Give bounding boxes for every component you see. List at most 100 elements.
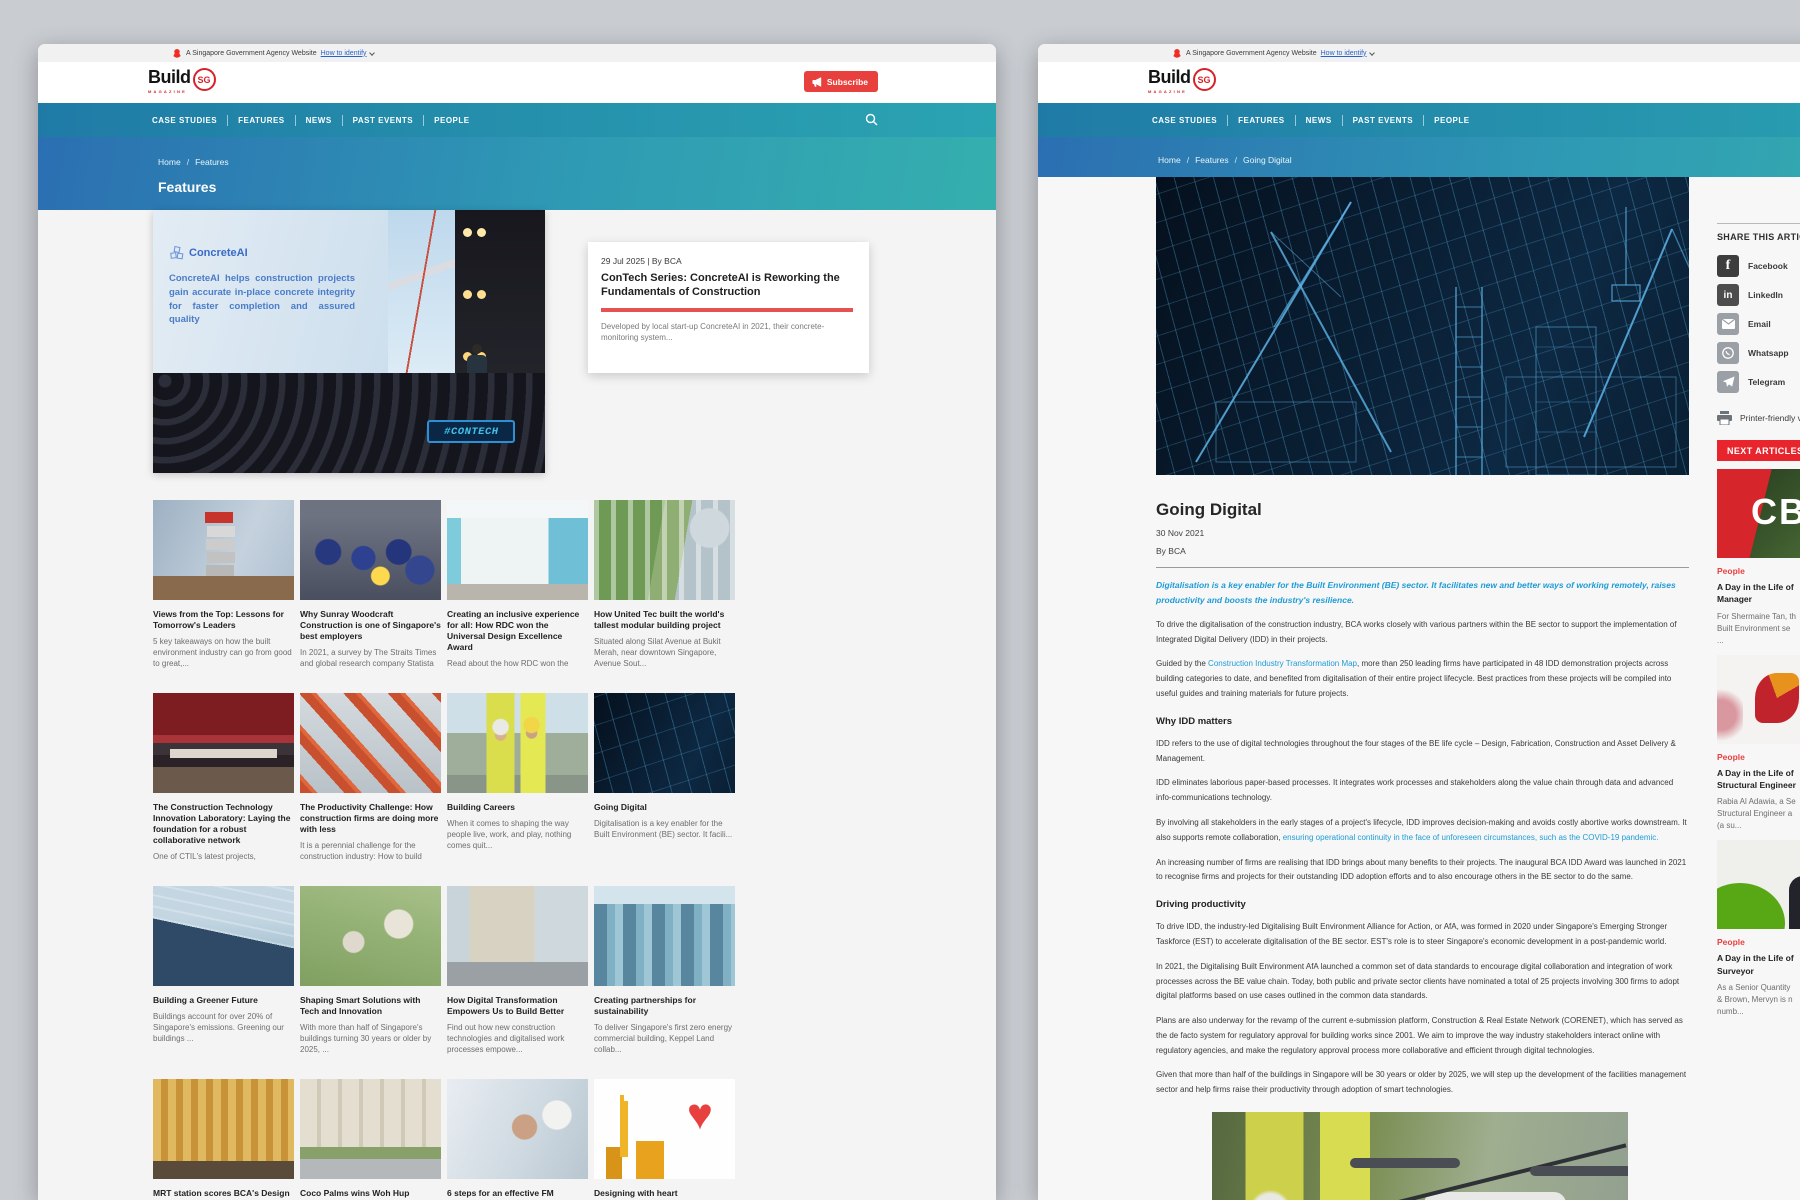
category-label[interactable]: People: [1717, 566, 1800, 576]
next-article-card[interactable]: CurriePeopleA Day in the Life of Surveyo…: [1717, 840, 1800, 1018]
next-articles-header[interactable]: NEXT ARTICLES: [1717, 440, 1800, 461]
chevron-down-icon: [369, 50, 375, 56]
article-card[interactable]: Building a Greener FutureBuildings accou…: [153, 886, 294, 1056]
article-browser-window: A Singapore Government Agency Website Ho…: [1038, 44, 1800, 1200]
printer-icon: [1717, 411, 1732, 425]
logo-magazine-text: MAGAZINE: [1148, 89, 1191, 94]
article-card[interactable]: Going DigitalDigitalisation is a key ena…: [594, 693, 735, 863]
article-card[interactable]: Creating an inclusive experience for all…: [447, 500, 588, 670]
nav-separator: [423, 115, 424, 126]
article-card-title[interactable]: Shaping Smart Solutions with Tech and In…: [300, 995, 441, 1017]
main-nav: CASE STUDIES FEATURES NEWS PAST EVENTS PEOPL…: [1038, 103, 1800, 137]
category-label[interactable]: People: [1717, 937, 1800, 947]
article-card[interactable]: How United Tec built the world's tallest…: [594, 500, 735, 670]
article-card[interactable]: Shaping Smart Solutions with Tech and In…: [300, 886, 441, 1056]
gov-banner: A Singapore Government Agency Website Ho…: [38, 44, 996, 62]
printer-friendly-button[interactable]: Printer-friendly version: [1717, 411, 1800, 425]
article-card[interactable]: Why Sunray Woodcraft Construction is one…: [300, 500, 441, 670]
share-title: SHARE THIS ARTICLE: [1717, 232, 1800, 242]
article-card-title[interactable]: Building Careers: [447, 802, 588, 813]
site-header: Build MAGAZINE SG Subscribe: [38, 62, 996, 103]
next-article-title[interactable]: A Day in the Life of Structural Engineer: [1717, 767, 1800, 792]
next-article-card[interactable]: CPGCORPORATIONPeopleA Day in the Life of…: [1717, 655, 1800, 833]
article-card-title[interactable]: How Digital Transformation Empowers Us t…: [447, 995, 588, 1017]
nav-item-news[interactable]: NEWS: [306, 116, 332, 125]
nav-item-features[interactable]: FEATURES: [238, 116, 285, 125]
logo-build-text: Build: [1148, 67, 1191, 87]
article-card[interactable]: 6 steps for an effective FM procurement …: [447, 1079, 588, 1200]
article-card-title[interactable]: Why Sunray Woodcraft Construction is one…: [300, 609, 441, 642]
article-card-title[interactable]: The Productivity Challenge: How construc…: [300, 802, 441, 835]
article-card[interactable]: Coco Palms wins Woh Hup construction exc…: [300, 1079, 441, 1200]
article-card-title[interactable]: Building a Greener Future: [153, 995, 294, 1006]
article-card-title[interactable]: Going Digital: [594, 802, 735, 813]
article-card-title[interactable]: Designing with heart: [594, 1188, 735, 1199]
article-card[interactable]: Views from the Top: Lessons for Tomorrow…: [153, 500, 294, 670]
article-card-title[interactable]: How United Tec built the world's tallest…: [594, 609, 735, 631]
featured-article-image[interactable]: ConcreteAI ConcreteAI helps construction…: [153, 210, 545, 473]
article-card-title[interactable]: Views from the Top: Lessons for Tomorrow…: [153, 609, 294, 631]
buildsg-logo[interactable]: Build MAGAZINE SG: [148, 67, 216, 94]
article-thumbnail: [594, 500, 735, 600]
share-button-telegram[interactable]: Telegram: [1717, 371, 1800, 393]
next-article-title[interactable]: A Day in the Life of Manager: [1717, 581, 1800, 606]
category-label[interactable]: People: [1717, 752, 1800, 762]
share-button-email[interactable]: Email: [1717, 313, 1800, 335]
article-card[interactable]: Building CareersWhen it comes to shaping…: [447, 693, 588, 863]
share-button-whatsapp[interactable]: Whatsapp: [1717, 342, 1800, 364]
next-article-title[interactable]: A Day in the Life of Surveyor: [1717, 952, 1800, 977]
breadcrumb-item-features[interactable]: Features: [1195, 155, 1229, 165]
breadcrumb-separator: /: [187, 157, 189, 167]
inline-link[interactable]: ensuring operational continuity in the f…: [1283, 833, 1659, 842]
article-card-title[interactable]: 6 steps for an effective FM procurement …: [447, 1188, 588, 1200]
nav-item-news[interactable]: NEWS: [1306, 116, 1332, 125]
article-card-title[interactable]: Creating an inclusive experience for all…: [447, 609, 588, 653]
buildsg-logo[interactable]: Build MAGAZINE SG: [1148, 67, 1216, 94]
next-articles-list: CBREPeopleA Day in the Life of ManagerFo…: [1717, 469, 1800, 1018]
article-card-title[interactable]: Creating partnerships for sustainability: [594, 995, 735, 1017]
share-label: Telegram: [1748, 377, 1785, 387]
facebook-icon: f: [1717, 255, 1739, 277]
nav-item-past-events[interactable]: PAST EVENTS: [353, 116, 413, 125]
article-byline: By BCA: [1156, 546, 1689, 556]
article-card[interactable]: The Productivity Challenge: How construc…: [300, 693, 441, 863]
article-card-title[interactable]: MRT station scores BCA's Design and Engi…: [153, 1188, 294, 1200]
featured-article-panel[interactable]: 29 Jul 2025 | By BCA ConTech Series: Con…: [588, 242, 869, 373]
nav-item-features[interactable]: FEATURES: [1238, 116, 1285, 125]
share-button-facebook[interactable]: f Facebook: [1717, 255, 1800, 277]
nav-item-people[interactable]: PEOPLE: [1434, 116, 1469, 125]
nav-item-people[interactable]: PEOPLE: [434, 116, 469, 125]
breadcrumb-item-features[interactable]: Features: [195, 157, 229, 167]
breadcrumb-item-home[interactable]: Home: [158, 157, 181, 167]
nav-item-case-studies[interactable]: CASE STUDIES: [1152, 116, 1217, 125]
article-card[interactable]: The Construction Technology Innovation L…: [153, 693, 294, 863]
article-card[interactable]: How Digital Transformation Empowers Us t…: [447, 886, 588, 1056]
how-to-identify-link[interactable]: How to identify: [321, 50, 367, 57]
nav-item-case-studies[interactable]: CASE STUDIES: [152, 116, 217, 125]
article-thumbnail: [300, 1079, 441, 1179]
next-article-card[interactable]: CBREPeopleA Day in the Life of ManagerFo…: [1717, 469, 1800, 647]
article-card[interactable]: Creating partnerships for sustainability…: [594, 886, 735, 1056]
subscribe-label: Subscribe: [827, 77, 868, 87]
breadcrumb-item-going-digital[interactable]: Going Digital: [1243, 155, 1292, 165]
article-paragraph: IDD refers to the use of digital technol…: [1156, 737, 1689, 767]
article-paragraph: To drive the digitalisation of the const…: [1156, 618, 1689, 648]
search-icon[interactable]: [865, 113, 878, 126]
article-card-title[interactable]: The Construction Technology Innovation L…: [153, 802, 294, 846]
article-card-title[interactable]: Coco Palms wins Woh Hup construction exc…: [300, 1188, 441, 1200]
nav-item-past-events[interactable]: PAST EVENTS: [1353, 116, 1413, 125]
article-thumbnail: [300, 693, 441, 793]
how-to-identify-link[interactable]: How to identify: [1321, 50, 1367, 57]
share-button-linkedin[interactable]: inLinkedIn: [1717, 284, 1800, 306]
article-card[interactable]: Designing with heartKeen on a job that h…: [594, 1079, 735, 1200]
article-thumbnail: [153, 693, 294, 793]
article-thumbnail: [447, 886, 588, 986]
share-label: Facebook: [1748, 261, 1788, 271]
featured-article-title[interactable]: ConTech Series: ConcreteAI is Reworking …: [601, 271, 853, 300]
breadcrumb-item-home[interactable]: Home: [1158, 155, 1181, 165]
inline-link[interactable]: Construction Industry Transformation Map: [1208, 659, 1357, 668]
article-hero-image: [1156, 177, 1689, 475]
subscribe-button[interactable]: Subscribe: [804, 71, 878, 92]
article-card[interactable]: MRT station scores BCA's Design and Engi…: [153, 1079, 294, 1200]
featured-article-card: ConcreteAI ConcreteAI helps construction…: [153, 210, 869, 473]
